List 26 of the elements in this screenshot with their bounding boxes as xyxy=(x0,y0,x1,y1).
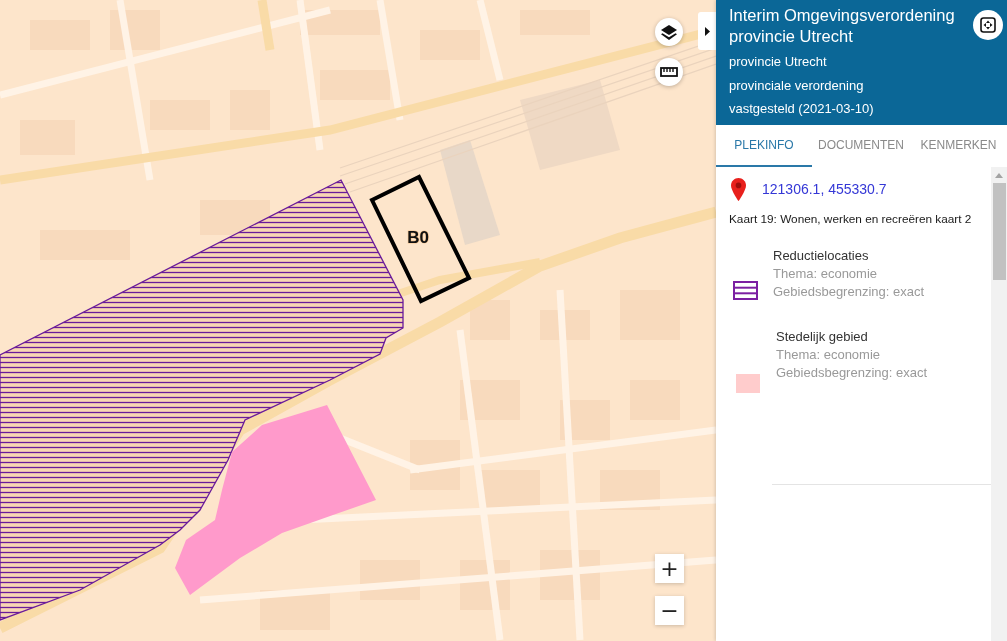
panel-subtitle: provincie Utrecht xyxy=(729,53,828,71)
scroll-thumb[interactable] xyxy=(993,183,1006,280)
four-arrows-icon xyxy=(980,17,996,33)
coordinates-link[interactable]: 121306.1, 455330.7 xyxy=(762,181,887,197)
zoom-out-button[interactable]: − xyxy=(655,596,684,625)
panel-toggle-button[interactable] xyxy=(698,12,716,50)
ruler-icon xyxy=(660,67,678,77)
panel-subtitle: vastgesteld (2021-03-10) xyxy=(729,100,875,118)
layers-icon xyxy=(661,24,677,40)
expand-button[interactable] xyxy=(973,10,1003,40)
legend-detail: Gebiedsbegrenzing: exact xyxy=(773,283,925,301)
legend-detail: Thema: economie xyxy=(773,265,879,283)
map-name: Kaart 19: Wonen, werken en recreëren kaart 2 xyxy=(728,211,973,227)
scrollbar[interactable] xyxy=(991,167,1007,641)
legend-detail: Gebiedsbegrenzing: exact xyxy=(776,364,928,382)
map-pin-icon xyxy=(731,177,746,201)
scroll-up-icon xyxy=(995,173,1003,178)
tab[interactable]: PLEKINFO xyxy=(716,125,812,167)
panel-title: Interim Omgevingsverordening provincie Utrecht xyxy=(729,5,956,47)
caret-icon xyxy=(704,26,710,36)
legend-title: Reductielocaties xyxy=(773,247,870,265)
zoom-in-button[interactable]: + xyxy=(655,554,684,583)
panel-subtitle: provinciale verordening xyxy=(729,76,865,95)
legend-title: Stedelijk gebied xyxy=(776,328,869,346)
legend-detail: Thema: economie xyxy=(776,346,882,364)
parcel-label: B0 xyxy=(407,228,429,247)
